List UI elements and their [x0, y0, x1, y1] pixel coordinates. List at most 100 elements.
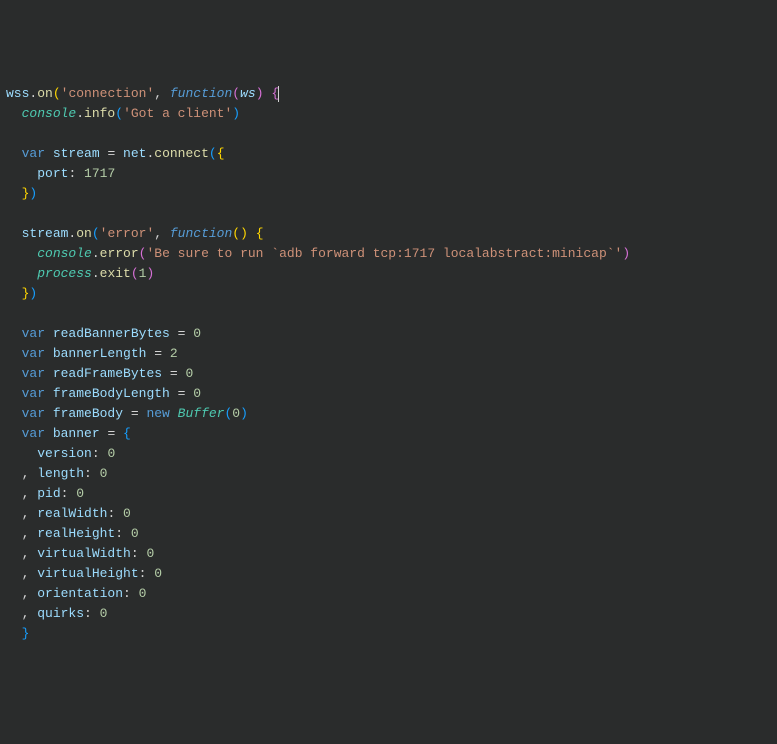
token-paren: ( — [53, 86, 61, 101]
token-var: stream — [53, 146, 100, 161]
code-line: console.info('Got a client') — [6, 106, 240, 121]
token-var: frameBody — [53, 406, 123, 421]
code-line: }) — [6, 286, 37, 301]
token-obj: process — [37, 266, 92, 281]
token-brace: { — [256, 226, 264, 241]
token-paren: ( — [209, 146, 217, 161]
token-obj: console — [37, 246, 92, 261]
token-param: ws — [240, 86, 256, 101]
token-space — [45, 426, 53, 441]
token-prop: orientation — [37, 586, 123, 601]
token-indent — [6, 246, 37, 261]
code-line: process.exit(1) — [6, 266, 154, 281]
token-method: error — [100, 246, 139, 261]
token-indent — [6, 226, 22, 241]
token-colon: : — [139, 566, 155, 581]
token-colon: : — [61, 486, 77, 501]
token-comma: , — [154, 226, 170, 241]
token-dot: . — [92, 266, 100, 281]
token-indent — [6, 426, 22, 441]
token-brace: { — [123, 426, 131, 441]
token-paren: ) — [29, 286, 37, 301]
code-line: port: 1717 — [6, 166, 115, 181]
token-eq: = — [100, 146, 123, 161]
token-indent — [6, 166, 37, 181]
token-number: 0 — [232, 406, 240, 421]
token-indent — [6, 326, 22, 341]
token-paren: ( — [92, 226, 100, 241]
token-keyword: var — [22, 366, 45, 381]
token-colon: : — [115, 526, 131, 541]
token-number: 0 — [193, 386, 201, 401]
token-number: 0 — [139, 586, 147, 601]
token-eq: = — [170, 386, 193, 401]
text-cursor — [278, 86, 279, 102]
token-number: 0 — [193, 326, 201, 341]
token-indent: , — [6, 466, 37, 481]
token-brace: { — [217, 146, 225, 161]
token-paren: ( — [115, 106, 123, 121]
token-colon: : — [84, 606, 100, 621]
code-line: var frameBody = new Buffer(0) — [6, 406, 248, 421]
token-colon: : — [131, 546, 147, 561]
token-number: 0 — [100, 606, 108, 621]
token-obj: net — [123, 146, 146, 161]
token-indent: , — [6, 546, 37, 561]
token-paren: ( — [232, 86, 240, 101]
token-prop: version — [37, 446, 92, 461]
token-colon: : — [92, 446, 108, 461]
code-line: , orientation: 0 — [6, 586, 146, 601]
token-dot: . — [92, 246, 100, 261]
token-indent: , — [6, 526, 37, 541]
token-indent: , — [6, 566, 37, 581]
token-colon: : — [68, 166, 84, 181]
token-number: 0 — [100, 466, 108, 481]
token-method: on — [37, 86, 53, 101]
code-line: , realWidth: 0 — [6, 506, 131, 521]
code-line: var stream = net.connect({ — [6, 146, 225, 161]
token-var: readBannerBytes — [53, 326, 170, 341]
code-line: } — [6, 626, 29, 641]
token-indent — [6, 286, 22, 301]
token-paren: ) — [232, 106, 240, 121]
token-eq: = — [123, 406, 146, 421]
token-indent: , — [6, 506, 37, 521]
code-line: var bannerLength = 2 — [6, 346, 178, 361]
token-string: 'error' — [100, 226, 155, 241]
token-indent — [6, 386, 22, 401]
token-indent: , — [6, 586, 37, 601]
token-method: on — [76, 226, 92, 241]
token-obj: stream — [22, 226, 69, 241]
code-line: , quirks: 0 — [6, 606, 107, 621]
token-eq: = — [100, 426, 123, 441]
token-indent — [6, 366, 22, 381]
token-keyword: function — [170, 226, 232, 241]
token-number: 0 — [107, 446, 115, 461]
token-keyword: function — [170, 86, 232, 101]
token-eq: = — [162, 366, 185, 381]
token-obj: console — [22, 106, 77, 121]
code-line: , length: 0 — [6, 466, 107, 481]
token-space — [45, 366, 53, 381]
token-string: 'Be sure to run `adb forward tcp:1717 lo… — [146, 246, 622, 261]
token-indent — [6, 446, 37, 461]
token-colon: : — [123, 586, 139, 601]
token-eq: = — [170, 326, 193, 341]
token-keyword: var — [22, 346, 45, 361]
token-prop: quirks — [37, 606, 84, 621]
token-method: connect — [154, 146, 209, 161]
code-line: , virtualWidth: 0 — [6, 546, 154, 561]
code-editor[interactable]: wss.on('connection', function(ws) { cons… — [6, 84, 771, 644]
token-obj: wss — [6, 86, 29, 101]
token-indent — [6, 266, 37, 281]
token-paren: ) — [256, 86, 272, 101]
token-prop: virtualHeight — [37, 566, 138, 581]
token-number: 1717 — [84, 166, 115, 181]
token-indent: , — [6, 606, 37, 621]
token-prop: port — [37, 166, 68, 181]
token-var: banner — [53, 426, 100, 441]
token-keyword: var — [22, 326, 45, 341]
token-var: bannerLength — [53, 346, 147, 361]
token-space — [45, 386, 53, 401]
code-line: , virtualHeight: 0 — [6, 566, 162, 581]
